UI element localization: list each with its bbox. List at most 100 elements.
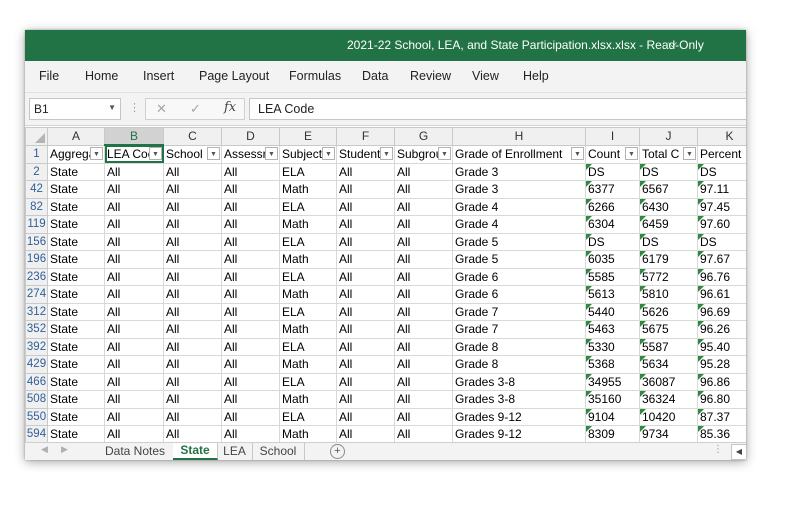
table-cell[interactable]: 95.28: [697, 355, 746, 374]
column-header-c[interactable]: C: [163, 127, 222, 146]
table-cell[interactable]: All: [104, 197, 164, 216]
table-cell[interactable]: All: [336, 285, 395, 304]
table-cell[interactable]: ELA: [279, 302, 337, 321]
filter-dropdown-icon[interactable]: ▼: [322, 146, 335, 160]
table-cell[interactable]: All: [221, 267, 280, 286]
table-cell[interactable]: All: [163, 407, 222, 426]
error-indicator-icon[interactable]: [698, 181, 704, 187]
column-header-a[interactable]: A: [47, 127, 105, 146]
table-cell[interactable]: 95.40: [697, 337, 746, 356]
header-cell[interactable]: Assessr ▼: [221, 144, 280, 164]
table-cell[interactable]: 9734: [639, 425, 698, 442]
scroll-tabs-left-icon[interactable]: ◀: [41, 444, 48, 455]
table-cell[interactable]: 5585: [585, 267, 640, 286]
table-cell[interactable]: All: [221, 355, 280, 374]
table-cell[interactable]: Math: [279, 320, 337, 339]
table-cell[interactable]: Grade 7: [452, 320, 586, 339]
table-cell[interactable]: All: [221, 215, 280, 234]
column-header-i[interactable]: I: [585, 127, 640, 146]
table-cell[interactable]: State: [47, 302, 105, 321]
table-cell[interactable]: All: [394, 162, 453, 181]
table-cell[interactable]: All: [163, 250, 222, 269]
row-number[interactable]: 466: [25, 372, 48, 391]
table-cell[interactable]: 97.11: [697, 180, 746, 199]
table-cell[interactable]: All: [336, 302, 395, 321]
table-cell[interactable]: 6179: [639, 250, 698, 269]
row-number[interactable]: 82: [25, 197, 48, 216]
error-indicator-icon[interactable]: [586, 181, 592, 187]
error-indicator-icon[interactable]: [586, 268, 592, 275]
table-cell[interactable]: 97.60: [697, 215, 746, 234]
error-indicator-icon[interactable]: [586, 391, 592, 397]
table-cell[interactable]: ELA: [279, 267, 337, 286]
sheet-tab-data-notes[interactable]: Data Notes: [97, 443, 174, 460]
table-cell[interactable]: Math: [279, 390, 337, 409]
table-cell[interactable]: All: [163, 180, 222, 199]
table-cell[interactable]: State: [47, 197, 105, 216]
error-indicator-icon[interactable]: [640, 268, 646, 275]
row-number[interactable]: 594: [25, 425, 48, 442]
table-cell[interactable]: 6377: [585, 180, 640, 199]
error-indicator-icon[interactable]: [640, 216, 646, 222]
error-indicator-icon[interactable]: [640, 408, 646, 415]
error-indicator-icon[interactable]: [586, 286, 592, 292]
error-indicator-icon[interactable]: [586, 338, 592, 345]
select-all-corner[interactable]: [25, 127, 48, 146]
table-cell[interactable]: All: [221, 302, 280, 321]
table-cell[interactable]: All: [336, 407, 395, 426]
table-cell[interactable]: All: [163, 425, 222, 442]
table-cell[interactable]: Grade 6: [452, 267, 586, 286]
table-cell[interactable]: Math: [279, 180, 337, 199]
row-number[interactable]: 550: [25, 407, 48, 426]
error-indicator-icon[interactable]: [586, 163, 592, 170]
error-indicator-icon[interactable]: [586, 216, 592, 222]
table-cell[interactable]: All: [394, 302, 453, 321]
table-cell[interactable]: All: [394, 337, 453, 356]
table-cell[interactable]: 6459: [639, 215, 698, 234]
table-cell[interactable]: All: [221, 285, 280, 304]
table-cell[interactable]: Grade 6: [452, 285, 586, 304]
row-number[interactable]: 312: [25, 302, 48, 321]
table-cell[interactable]: State: [47, 285, 105, 304]
menu-file[interactable]: File: [39, 69, 59, 83]
error-indicator-icon[interactable]: [698, 426, 704, 432]
table-cell[interactable]: State: [47, 320, 105, 339]
table-cell[interactable]: All: [104, 250, 164, 269]
sheet-tab-school[interactable]: School: [252, 443, 305, 460]
table-cell[interactable]: All: [336, 250, 395, 269]
table-cell[interactable]: All: [104, 355, 164, 374]
table-cell[interactable]: All: [221, 320, 280, 339]
error-indicator-icon[interactable]: [586, 356, 592, 362]
table-cell[interactable]: DS: [697, 162, 746, 181]
column-header-k[interactable]: K: [697, 127, 746, 146]
error-indicator-icon[interactable]: [698, 251, 704, 257]
table-cell[interactable]: All: [163, 215, 222, 234]
table-cell[interactable]: Math: [279, 250, 337, 269]
table-cell[interactable]: Grade 8: [452, 337, 586, 356]
table-cell[interactable]: All: [104, 180, 164, 199]
table-cell[interactable]: 96.80: [697, 390, 746, 409]
table-cell[interactable]: All: [394, 197, 453, 216]
column-header-d[interactable]: D: [221, 127, 280, 146]
row-number[interactable]: 1: [25, 144, 48, 164]
table-cell[interactable]: 8309: [585, 425, 640, 442]
table-cell[interactable]: All: [336, 337, 395, 356]
formula-input[interactable]: LEA Code: [249, 98, 746, 120]
menu-view[interactable]: View: [472, 69, 499, 83]
table-cell[interactable]: All: [394, 390, 453, 409]
error-indicator-icon[interactable]: [698, 373, 704, 380]
table-cell[interactable]: 85.36: [697, 425, 746, 442]
table-cell[interactable]: State: [47, 250, 105, 269]
table-cell[interactable]: 97.45: [697, 197, 746, 216]
table-cell[interactable]: 5440: [585, 302, 640, 321]
table-cell[interactable]: All: [104, 285, 164, 304]
header-cell[interactable]: Aggrega ▼: [47, 144, 105, 164]
filter-dropdown-icon[interactable]: ▼: [625, 146, 638, 160]
column-header-b[interactable]: B: [104, 127, 164, 146]
error-indicator-icon[interactable]: [586, 251, 592, 257]
table-cell[interactable]: 87.37: [697, 407, 746, 426]
error-indicator-icon[interactable]: [698, 408, 704, 415]
row-number[interactable]: 352: [25, 320, 48, 339]
table-cell[interactable]: 9104: [585, 407, 640, 426]
table-cell[interactable]: 5330: [585, 337, 640, 356]
